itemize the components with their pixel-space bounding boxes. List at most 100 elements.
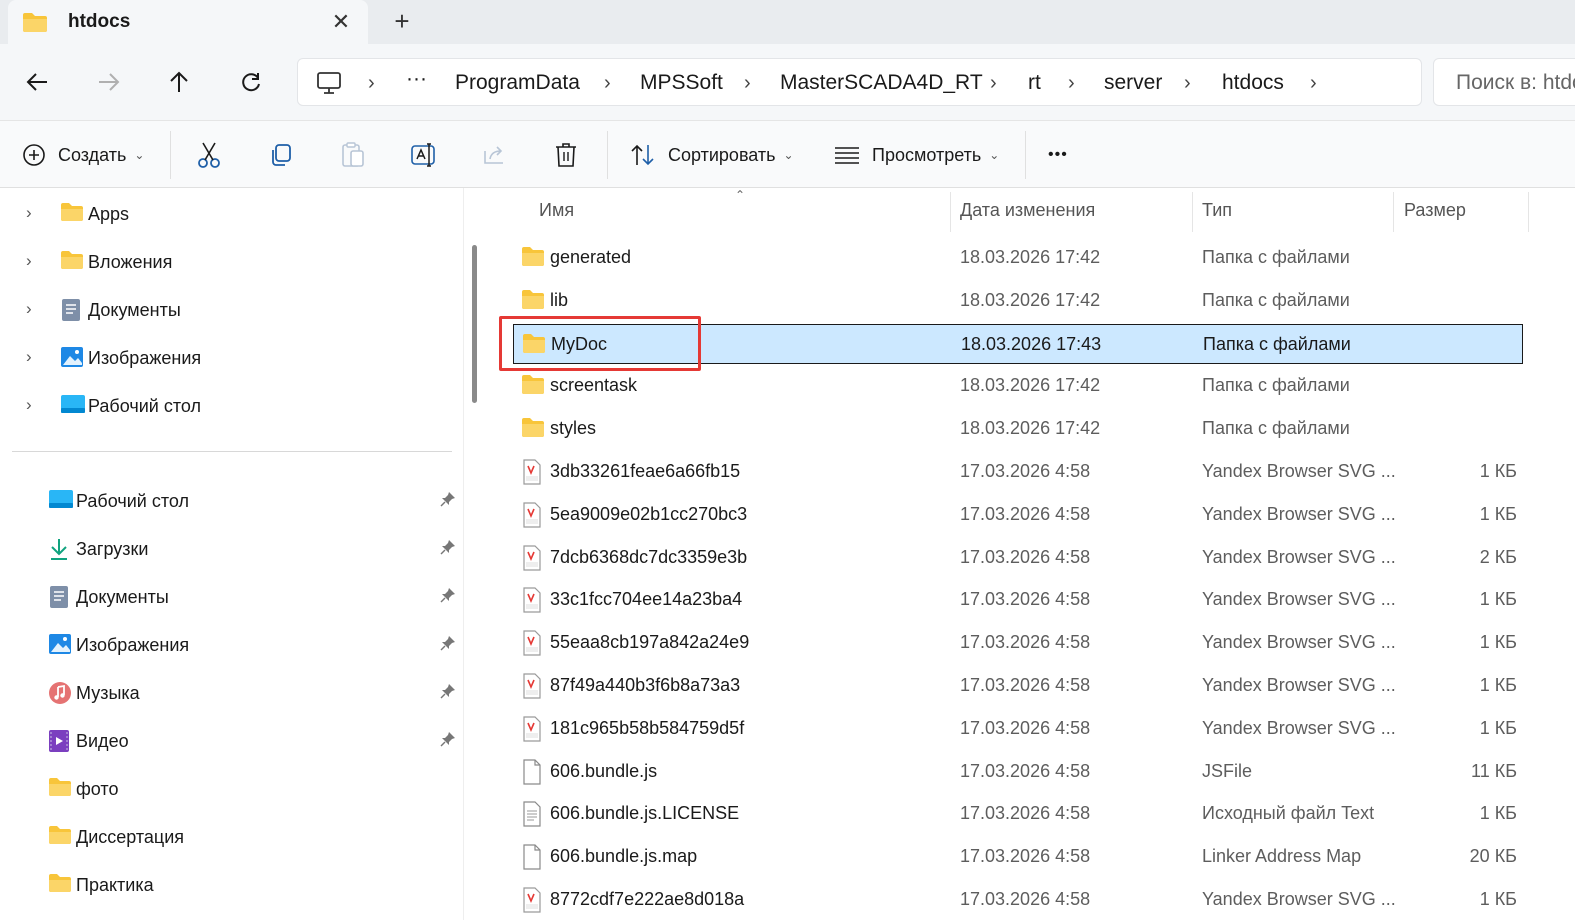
file-row[interactable]: lib 18.03.2026 17:42 Папка с файлами	[513, 281, 1523, 321]
breadcrumb-programdata[interactable]: ProgramData	[455, 71, 580, 95]
chevron-right-icon[interactable]: ›	[26, 395, 32, 415]
file-row[interactable]: 87f49a440b3f6b8a73a3 17.03.2026 4:58 Yande…	[513, 666, 1523, 706]
nav-tree-item-documents[interactable]: › Документы	[0, 289, 463, 329]
chevron-right-icon[interactable]: ›	[604, 72, 611, 95]
pin-icon[interactable]	[440, 539, 456, 560]
breadcrumb-htdocs[interactable]: htdocs	[1222, 71, 1284, 95]
quick-access-desktop[interactable]: Рабочий стол	[0, 480, 463, 520]
music-icon	[48, 681, 72, 710]
column-divider[interactable]	[1192, 192, 1193, 232]
column-header-date[interactable]: Дата изменения	[960, 200, 1095, 221]
back-button[interactable]	[20, 66, 54, 98]
pin-icon[interactable]	[440, 731, 456, 752]
file-row[interactable]: 606.bundle.js.LICENSE 17.03.2026 4:58 Исхо…	[513, 794, 1523, 834]
more-options-button[interactable]: •••	[1048, 139, 1068, 171]
nav-tree-item-attachments[interactable]: › Вложения	[0, 241, 463, 281]
file-row[interactable]: 33c1fcc704ee14a23ba4 17.03.2026 4:58 Yande…	[513, 580, 1523, 620]
file-row[interactable]: 3db33261feae6a66fb15 17.03.2026 4:58 Yande…	[513, 452, 1523, 492]
column-divider[interactable]	[1528, 192, 1529, 232]
file-date: 17.03.2026 4:58	[960, 717, 1091, 738]
refresh-button[interactable]	[234, 66, 268, 98]
column-header-name[interactable]: Имя	[539, 200, 574, 221]
delete-button[interactable]	[554, 139, 578, 171]
file-row[interactable]: 606.bundle.js 17.03.2026 4:58 JSFile 11 КБ	[513, 752, 1523, 792]
video-icon	[48, 729, 70, 758]
svg-file-icon	[521, 630, 543, 661]
nav-tree-item-desktop[interactable]: › Рабочий стол	[0, 385, 463, 425]
quick-access-dissertation[interactable]: Диссертация	[0, 816, 463, 856]
chevron-right-icon[interactable]: ›	[26, 347, 32, 367]
computer-icon[interactable]	[316, 71, 342, 100]
chevron-right-icon[interactable]: ›	[26, 299, 32, 319]
nav-tree-item-apps[interactable]: › Apps	[0, 193, 463, 233]
create-button[interactable]: Создать ⌄	[22, 139, 144, 171]
quick-access-video[interactable]: Видео	[0, 720, 463, 760]
view-button[interactable]: Просмотреть ⌄	[834, 139, 999, 171]
quick-access-downloads[interactable]: Загрузки	[0, 528, 463, 568]
cut-button[interactable]	[196, 139, 222, 171]
pane-splitter[interactable]	[463, 188, 491, 920]
quick-access-music[interactable]: Музыка	[0, 672, 463, 712]
folder-icon	[521, 416, 545, 443]
chevron-right-icon[interactable]: ›	[744, 72, 751, 95]
file-row[interactable]: 181c965b58b584759d5f 17.03.2026 4:58 Yande…	[513, 709, 1523, 749]
breadcrumb-mpssoft[interactable]: MPSSoft	[640, 71, 723, 95]
close-tab-button[interactable]: ✕	[326, 8, 356, 36]
file-name: generated	[550, 247, 632, 267]
breadcrumb-masterscada[interactable]: MasterSCADA4D_RT	[780, 71, 983, 95]
file-row[interactable]: 5ea9009e02b1cc270bc3 17.03.2026 4:58 Yande…	[513, 495, 1523, 535]
quick-access-label: Видео	[76, 731, 129, 751]
file-date: 17.03.2026 4:58	[960, 803, 1091, 824]
file-date: 18.03.2026 17:43	[961, 333, 1102, 354]
rename-button[interactable]	[410, 139, 438, 171]
file-type: Папка с файлами	[1202, 247, 1350, 267]
breadcrumb-server[interactable]: server	[1104, 71, 1162, 95]
column-header-size[interactable]: Размер	[1404, 200, 1466, 221]
forward-button[interactable]	[92, 66, 126, 98]
file-size: 1 КБ	[1479, 461, 1517, 481]
breadcrumb-rt[interactable]: rt	[1028, 71, 1041, 95]
column-header-type[interactable]: Тип	[1202, 200, 1232, 221]
pin-icon[interactable]	[440, 491, 456, 512]
quick-access-pictures[interactable]: Изображения	[0, 624, 463, 664]
sort-button[interactable]: Сортировать ⌄	[630, 139, 794, 171]
file-row[interactable]: screentask 18.03.2026 17:42 Папка с файлам…	[513, 366, 1523, 406]
file-row[interactable]: 8772cdf7e222ae8d018a 17.03.2026 4:58 Yande…	[513, 880, 1523, 920]
chevron-right-icon[interactable]: ›	[990, 72, 997, 95]
tab-htdocs[interactable]: htdocs ✕	[8, 0, 368, 44]
copy-button[interactable]	[268, 139, 294, 171]
file-row[interactable]: styles 18.03.2026 17:42 Папка с файлами	[513, 409, 1523, 449]
documents-icon	[48, 585, 70, 614]
new-tab-button[interactable]: +	[388, 8, 416, 36]
breadcrumb-overflow[interactable]: ···	[406, 67, 427, 91]
paste-button[interactable]	[340, 139, 366, 171]
up-button[interactable]	[162, 66, 196, 98]
pin-icon[interactable]	[440, 635, 456, 656]
chevron-right-icon[interactable]: ›	[1068, 72, 1075, 95]
nav-tree-item-pictures[interactable]: › Изображения	[0, 337, 463, 377]
chevron-right-icon[interactable]: ›	[26, 251, 32, 271]
share-button[interactable]	[482, 139, 508, 171]
column-divider[interactable]	[950, 192, 951, 232]
file-date: 17.03.2026 4:58	[960, 461, 1091, 481]
nav-scrollbar[interactable]	[472, 245, 477, 403]
chevron-right-icon[interactable]: ›	[1310, 72, 1317, 95]
address-bar[interactable]: › ··· ProgramData › MPSSoft › MasterSCAD…	[297, 58, 1422, 106]
column-divider[interactable]	[1393, 192, 1394, 232]
chevron-right-icon[interactable]: ›	[26, 203, 32, 223]
file-row[interactable]: 7dcb6368dc7dc3359e3b 17.03.2026 4:58 Yande…	[513, 538, 1523, 578]
file-row[interactable]: 55eaa8cb197a842a24e9 17.03.2026 4:58 Yande…	[513, 623, 1523, 663]
file-date: 17.03.2026 4:58	[960, 632, 1091, 653]
quick-access-practice[interactable]: Практика	[0, 864, 463, 904]
file-row[interactable]: 606.bundle.js.map 17.03.2026 4:58 Linker A…	[513, 837, 1523, 877]
quick-access-documents[interactable]: Документы	[0, 576, 463, 616]
quick-access-photo[interactable]: фото	[0, 768, 463, 808]
search-input[interactable]: Поиск в: htdocs	[1433, 58, 1575, 106]
file-row[interactable]: MyDoc 18.03.2026 17:43 Папка с файлами	[513, 323, 1523, 364]
file-size: 1 КБ	[1479, 717, 1517, 738]
pin-icon[interactable]	[440, 587, 456, 608]
chevron-right-icon[interactable]: ›	[368, 72, 375, 95]
chevron-right-icon[interactable]: ›	[1184, 72, 1191, 95]
file-row[interactable]: generated 18.03.2026 17:42 Папка с файлами	[513, 238, 1523, 278]
pin-icon[interactable]	[440, 683, 456, 704]
